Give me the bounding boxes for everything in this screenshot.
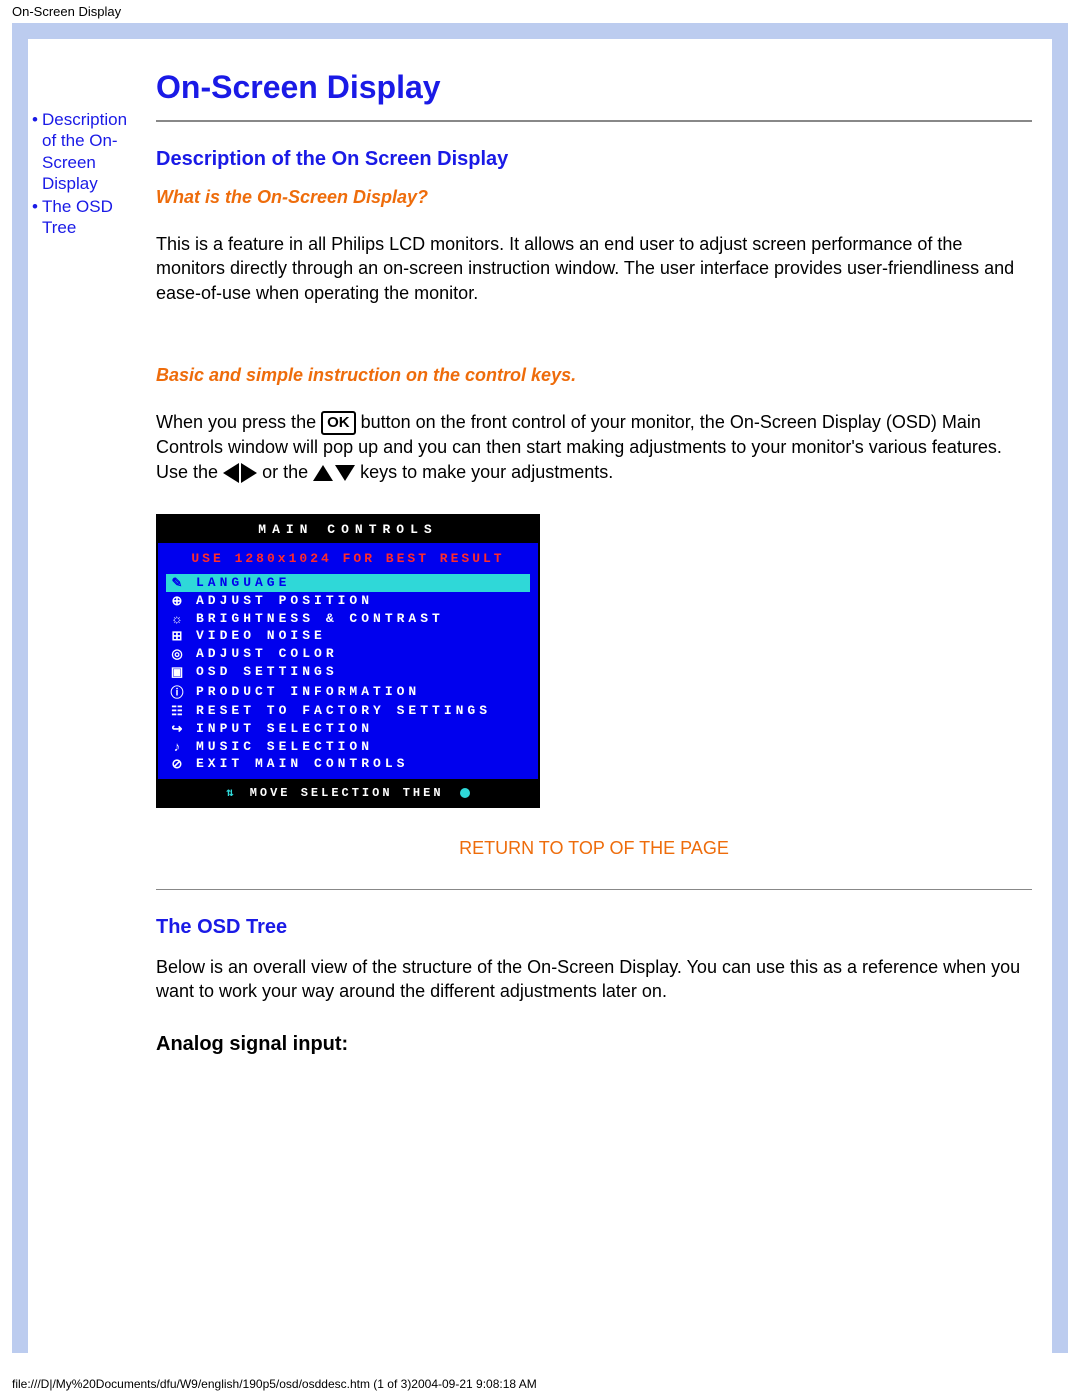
subheading-analog-input: Analog signal input:	[156, 1033, 1032, 1056]
text-fragment: or the	[262, 462, 313, 482]
osd-item-label: EXIT MAIN CONTROLS	[196, 756, 408, 771]
osd-menu-item[interactable]: ◎ ADJUST COLOR	[166, 645, 530, 663]
osd-title: MAIN CONTROLS	[158, 516, 538, 543]
osd-item-label: BRIGHTNESS & CONTRAST	[196, 611, 444, 626]
arrow-up-icon	[313, 465, 333, 481]
osd-item-label: INPUT SELECTION	[196, 721, 373, 736]
osd-item-label: ADJUST COLOR	[196, 646, 338, 661]
osd-menu-item[interactable]: ⓘ PRODUCT INFORMATION	[166, 681, 530, 702]
osd-ok-dot-icon	[460, 788, 470, 798]
osd-menu-item[interactable]: ☼ BRIGHTNESS & CONTRAST	[166, 610, 530, 627]
osd-item-label: OSD SETTINGS	[196, 664, 338, 679]
osd-item-icon: ☼	[166, 611, 188, 626]
osd-move-icon: ⇅	[226, 786, 233, 800]
osd-item-label: PRODUCT INFORMATION	[196, 684, 420, 699]
header-label: On-Screen Display	[0, 0, 1080, 23]
divider	[156, 889, 1032, 890]
osd-footer: ⇅ MOVE SELECTION THEN	[158, 779, 538, 806]
sidebar-item-label: The OSD Tree	[42, 197, 113, 237]
return-to-top-link[interactable]: RETURN TO TOP OF THE PAGE	[156, 838, 1032, 859]
section-heading-osd-tree: The OSD Tree	[156, 916, 1032, 939]
osd-menu-item[interactable]: ⊕ ADJUST POSITION	[166, 592, 530, 610]
main-content: On-Screen Display Description of the On …	[146, 39, 1052, 1066]
osd-item-icon: ▣	[166, 664, 188, 680]
sidebar: Description of the On-Screen Display The…	[28, 39, 146, 241]
osd-menu-item[interactable]: ♪ MUSIC SELECTION	[166, 738, 530, 755]
footer-file-path: file:///D|/My%20Documents/dfu/W9/english…	[12, 1377, 537, 1391]
sidebar-item-description[interactable]: Description of the On-Screen Display	[32, 109, 142, 194]
osd-item-label: VIDEO NOISE	[196, 628, 326, 643]
paragraph-control-keys: When you press the OK button on the fron…	[156, 410, 1032, 484]
osd-item-icon: ✎	[166, 575, 188, 591]
osd-menu-item[interactable]: ⊞ VIDEO NOISE	[166, 627, 530, 645]
osd-item-label: RESET TO FACTORY SETTINGS	[196, 703, 491, 718]
paragraph-osd-description: This is a feature in all Philips LCD mon…	[156, 232, 1032, 305]
osd-item-icon: ⊘	[166, 756, 188, 772]
ok-button-icon: OK	[321, 411, 356, 435]
content-frame: Description of the On-Screen Display The…	[12, 23, 1068, 1353]
subheading-control-keys: Basic and simple instruction on the cont…	[156, 365, 1032, 386]
osd-item-label: ADJUST POSITION	[196, 593, 373, 608]
osd-menu-item[interactable]: ▣ OSD SETTINGS	[166, 663, 530, 681]
sidebar-item-osd-tree[interactable]: The OSD Tree	[32, 196, 142, 239]
section-heading-description: Description of the On Screen Display	[156, 148, 1032, 171]
osd-menu-list: ✎ LANGUAGE ⊕ ADJUST POSITION ☼ BRIGHTNESS & C…	[158, 574, 538, 779]
text-fragment: keys to make your adjustments.	[360, 462, 613, 482]
osd-item-icon: ⓘ	[166, 682, 188, 701]
osd-item-icon: ⊞	[166, 628, 188, 644]
osd-item-icon: ♪	[166, 739, 188, 754]
osd-item-icon: ⊕	[166, 593, 188, 609]
text-fragment: When you press the	[156, 412, 321, 432]
subheading-what-is-osd: What is the On-Screen Display?	[156, 187, 1032, 208]
osd-item-icon: ☷	[166, 703, 188, 719]
arrow-left-icon	[223, 463, 239, 483]
arrow-down-icon	[335, 465, 355, 481]
osd-menu-item[interactable]: ⊘ EXIT MAIN CONTROLS	[166, 755, 530, 773]
osd-item-icon: ◎	[166, 646, 188, 662]
osd-menu-item[interactable]: ↪ INPUT SELECTION	[166, 720, 530, 738]
osd-footer-text: MOVE SELECTION THEN	[250, 786, 444, 800]
osd-menu-item[interactable]: ☷ RESET TO FACTORY SETTINGS	[166, 702, 530, 720]
sidebar-item-label: Description of the On-Screen Display	[42, 110, 127, 193]
page-title: On-Screen Display	[156, 69, 1032, 106]
osd-item-icon: ↪	[166, 721, 188, 737]
arrow-right-icon	[241, 463, 257, 483]
osd-resolution-warning: USE 1280x1024 FOR BEST RESULT	[158, 543, 538, 574]
paragraph-osd-tree: Below is an overall view of the structur…	[156, 955, 1032, 1004]
divider	[156, 120, 1032, 122]
osd-panel: MAIN CONTROLS USE 1280x1024 FOR BEST RES…	[156, 514, 540, 808]
osd-item-label: MUSIC SELECTION	[196, 739, 373, 754]
osd-menu-item[interactable]: ✎ LANGUAGE	[166, 574, 530, 592]
osd-item-label: LANGUAGE	[196, 575, 290, 590]
